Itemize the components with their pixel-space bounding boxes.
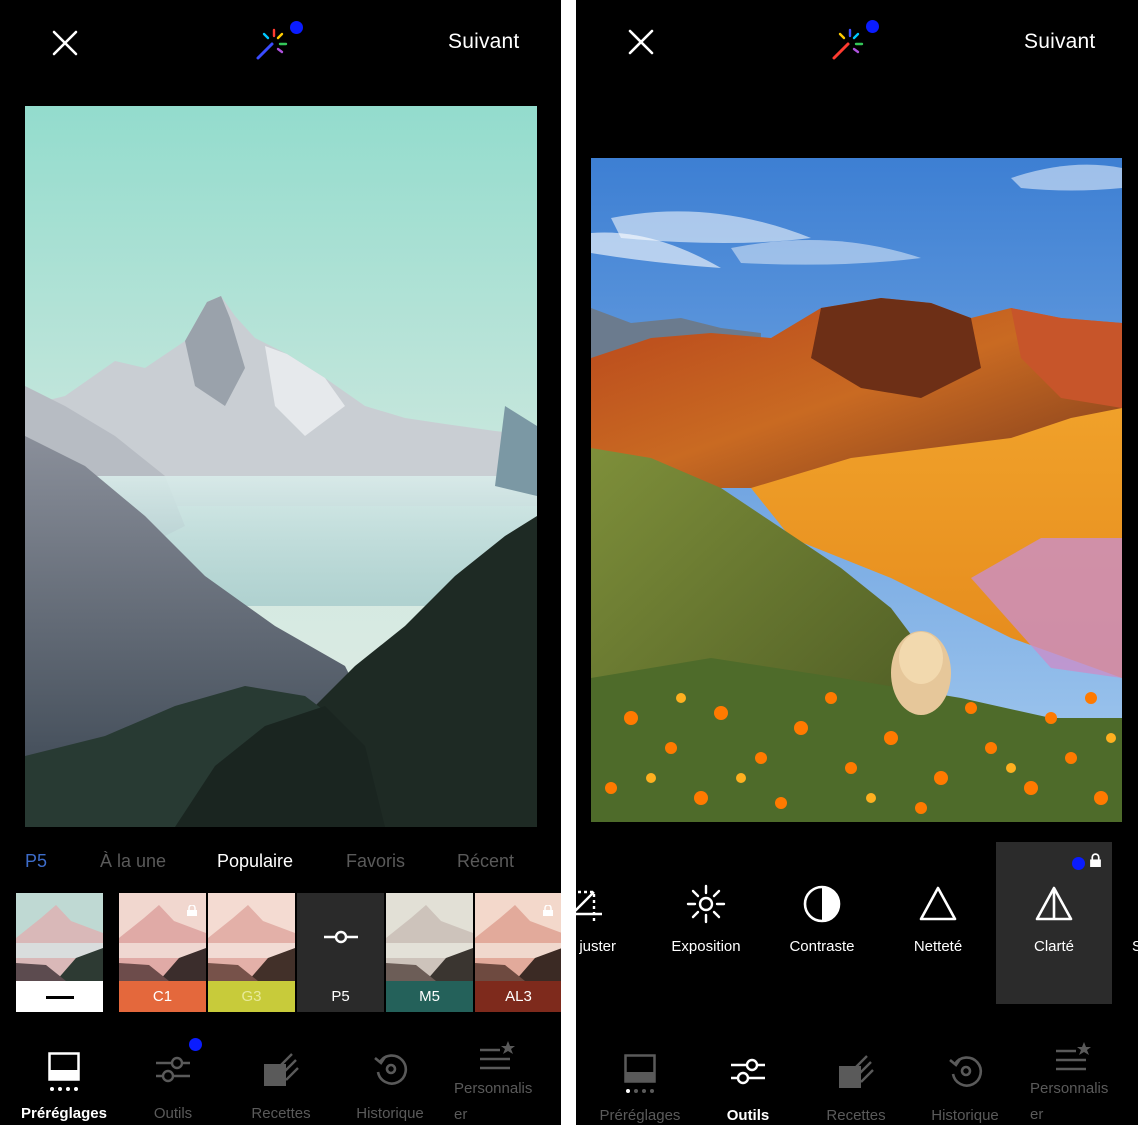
notification-dot [1072,857,1085,870]
tool-label: Exposition [671,938,741,955]
nav-recipes[interactable]: Recettes [808,1050,904,1125]
tool-label: juster [579,938,616,955]
preset-label: C1 [119,981,206,1012]
nav-history[interactable]: Historique [917,1050,1013,1125]
preset-label: G3 [208,981,295,1012]
tab-recent[interactable]: Récent [457,851,514,872]
slider-adjust-icon[interactable] [323,929,359,945]
history-icon [949,1056,983,1087]
presets-icon [48,1052,80,1091]
nav-label: Outils [726,1107,770,1124]
preset-p5-selected[interactable]: P5 [297,893,384,1012]
preset-thumbnail [16,893,103,981]
tool-exposure[interactable]: Exposition [648,870,764,1004]
close-icon[interactable] [50,28,80,58]
nav-label: Préréglages [599,1107,681,1124]
nav-label: Recettes [251,1105,311,1122]
preset-none[interactable] [16,893,103,1012]
recipes-icon [839,1055,874,1088]
adjust-icon [576,890,602,922]
nav-tools[interactable]: Outils [125,1038,221,1123]
nav-customize[interactable]: Personnalis er [450,1040,546,1123]
poppy-hills-photo [591,158,1122,822]
nav-recipes[interactable]: Recettes [233,1048,329,1123]
photo-preview[interactable] [25,106,537,827]
nav-presets[interactable]: Préréglages [8,1048,120,1123]
exposure-icon [686,884,726,924]
lock-icon [187,905,197,916]
notification-dot [189,1038,202,1051]
tool-label: Netteté [913,938,963,955]
preset-category-tabs: P5 À la une Populaire Favoris Récent [0,848,561,878]
tool-clarity-selected[interactable]: Clarté [996,842,1112,1004]
preset-c1[interactable]: C1 [119,893,206,1012]
tab-p5[interactable]: P5 [25,851,47,872]
preset-label: AL3 [475,981,561,1012]
tool-adjust[interactable]: juster [576,870,642,1004]
lock-icon [543,905,553,916]
original-dash [45,995,74,999]
tool-contrast[interactable]: Contraste [764,870,880,1004]
tab-featured[interactable]: À la une [100,851,166,872]
presets-icon [624,1054,656,1093]
preset-strip: C1 G3 P5 M5 AL3 [0,893,561,1012]
preset-label: M5 [386,981,473,1012]
clarity-icon [1035,886,1073,921]
tool-label: Contraste [789,938,855,955]
magic-wand-icon[interactable] [250,22,294,66]
nav-customize[interactable]: Personnalis er [1026,1041,1126,1125]
nav-label-line2: er [454,1106,468,1123]
notification-dot [290,21,303,34]
history-icon [374,1054,408,1085]
contrast-icon [803,885,841,923]
tab-favorites[interactable]: Favoris [346,851,405,872]
photo-preview[interactable] [591,158,1122,822]
next-button[interactable]: Suivant [448,30,519,54]
nav-label-line1: Personnalis [454,1080,533,1097]
recipes-icon [264,1053,299,1086]
preset-al3[interactable]: AL3 [475,893,561,1012]
preset-label [16,981,103,1012]
sharpen-icon [919,886,957,921]
presets-screen: Suivant P5 À la une Populaire Favoris Ré… [0,0,561,1125]
customize-icon [1056,1042,1091,1071]
nav-label: Historique [356,1105,424,1122]
sliders-icon [156,1056,190,1083]
sliders-icon [731,1058,765,1085]
tools-screen: Suivant juster Exposition Contraste Nett… [576,0,1138,1125]
nav-label: Préréglages [21,1105,107,1122]
nav-history[interactable]: Historique [342,1048,438,1123]
notification-dot [866,20,879,33]
next-button[interactable]: Suivant [1024,30,1095,54]
tab-popular[interactable]: Populaire [217,851,293,872]
preset-thumbnail [386,893,473,981]
tool-label: Clarté [1033,938,1074,955]
tool-sharpen[interactable]: Netteté [880,870,996,1004]
preset-label: P5 [297,981,384,1012]
nav-label: Recettes [826,1107,886,1124]
preset-g3[interactable]: G3 [208,893,295,1012]
nav-tools[interactable]: Outils [700,1050,796,1125]
nav-label: Historique [931,1107,999,1124]
nav-label-line1: Personnalis [1030,1080,1109,1097]
nav-label: Outils [153,1105,193,1122]
customize-icon [480,1041,515,1070]
mountain-photo [25,106,537,827]
close-icon[interactable] [626,27,656,57]
tool-partial-label[interactable]: S [1132,938,1138,955]
preset-thumbnail [208,893,295,981]
magic-wand-icon[interactable] [826,22,870,66]
nav-presets[interactable]: Préréglages [584,1050,696,1125]
preset-m5[interactable]: M5 [386,893,473,1012]
lock-icon [1090,853,1101,867]
nav-label-line2: er [1030,1106,1044,1123]
